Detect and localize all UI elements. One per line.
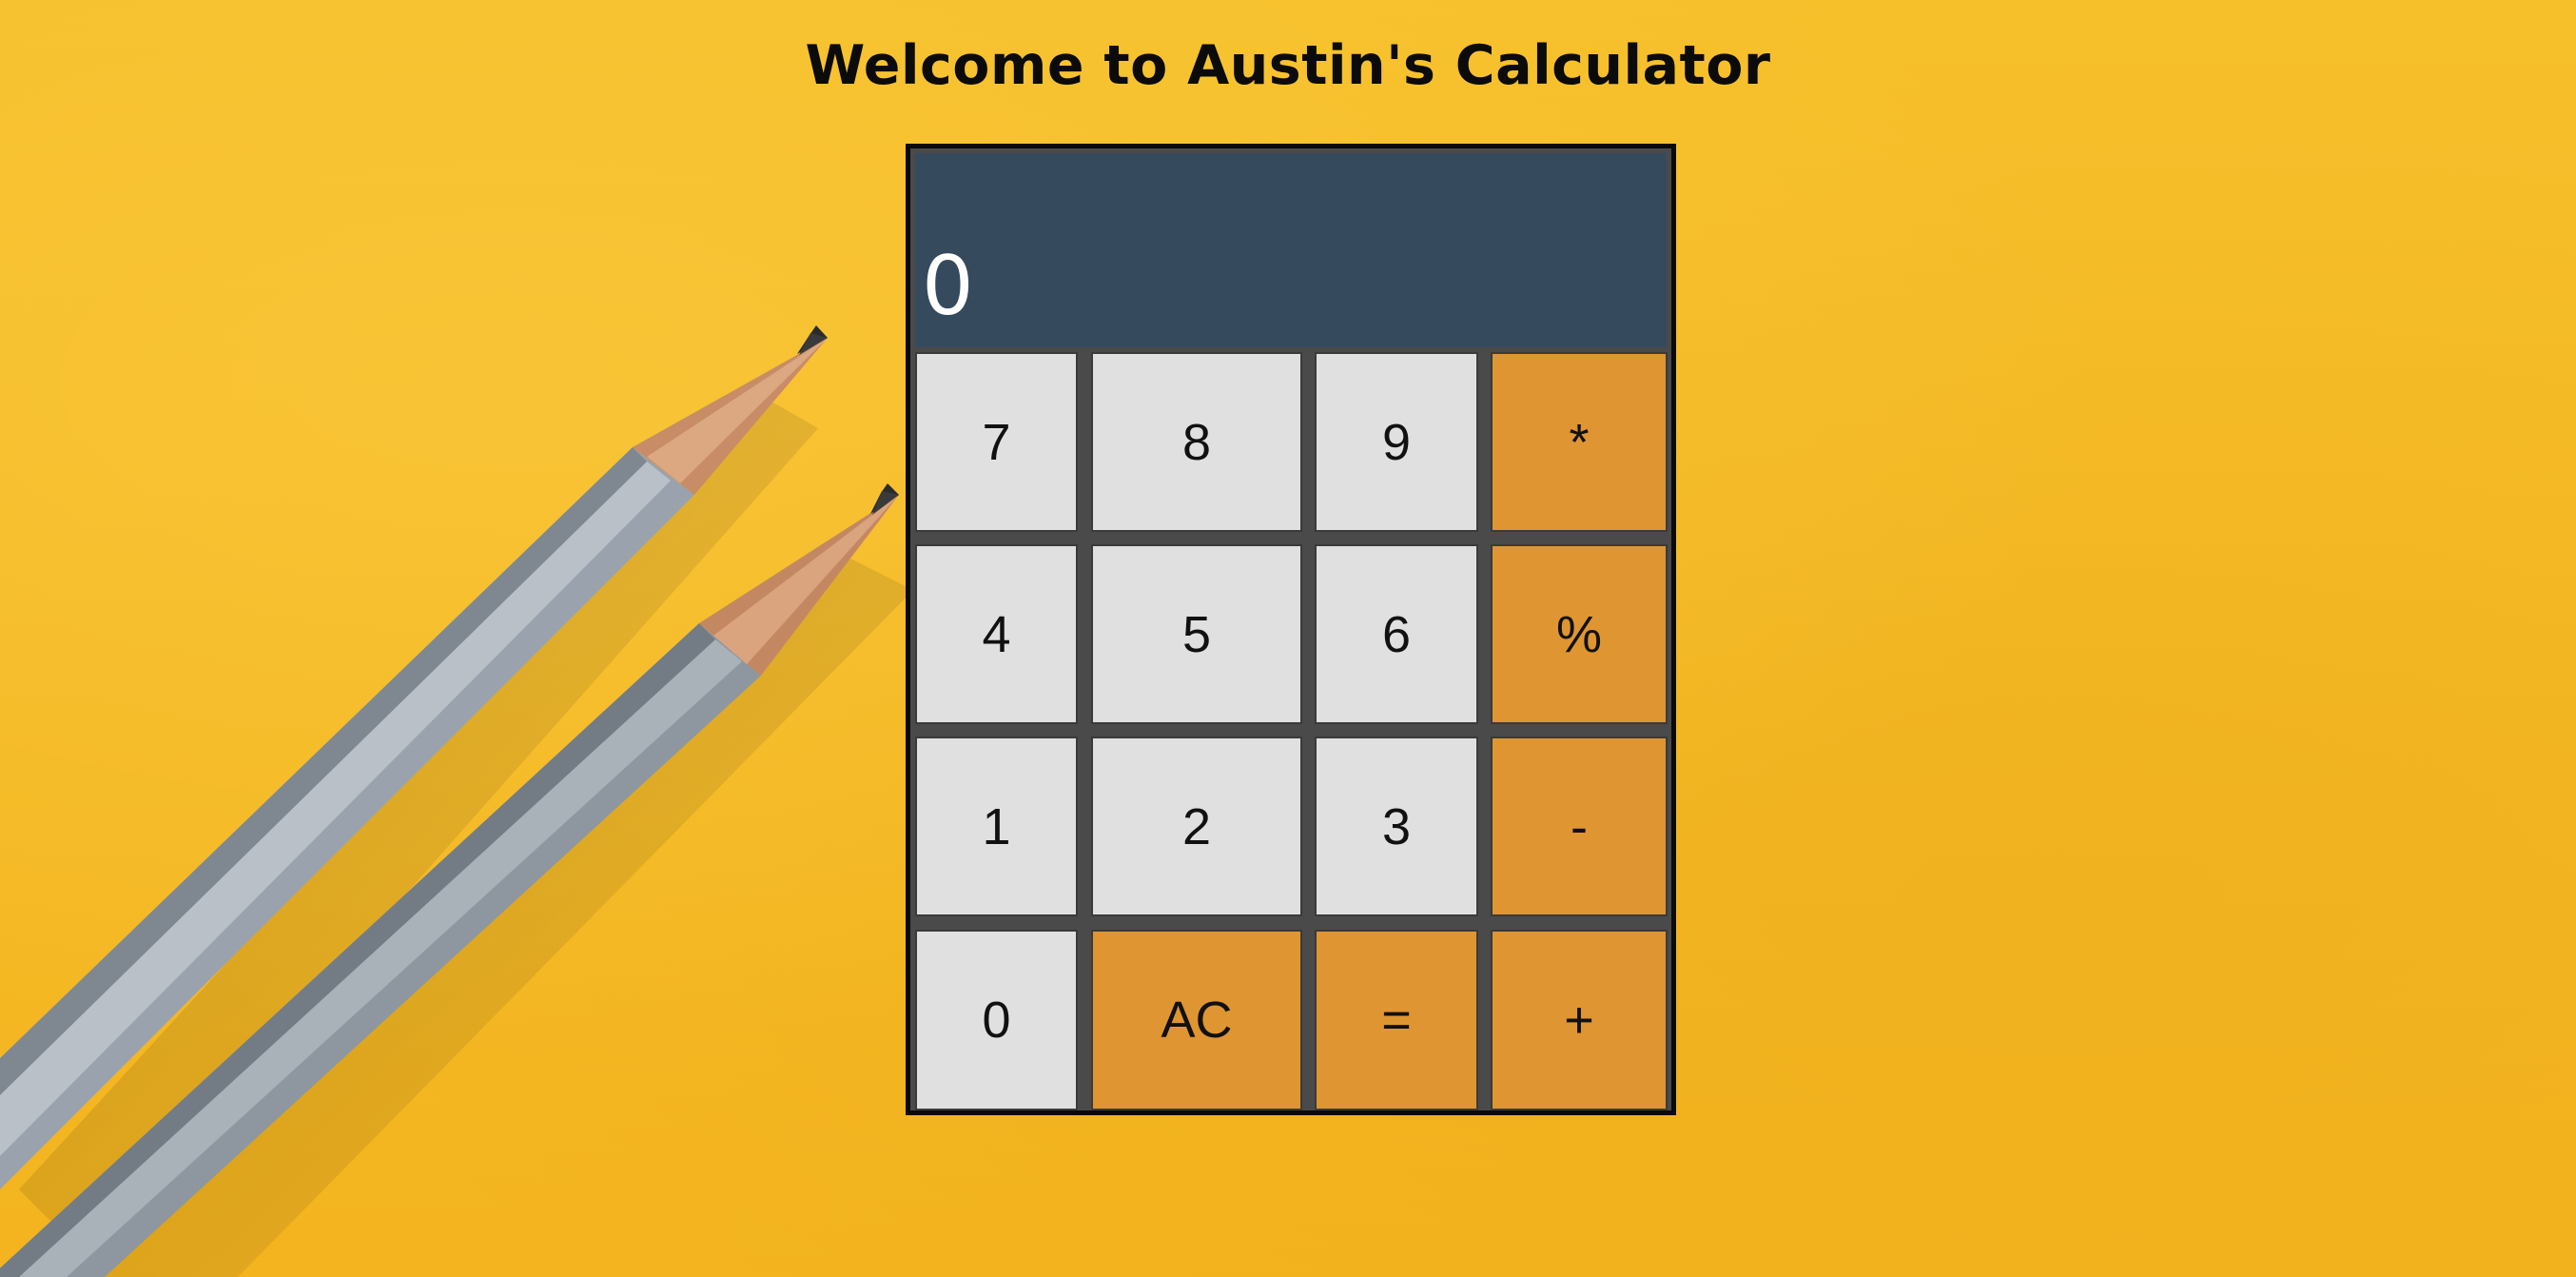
calculator-display: 0: [915, 153, 1667, 347]
all-clear-button[interactable]: AC: [1091, 930, 1302, 1110]
key-8-button[interactable]: 8: [1091, 352, 1302, 532]
display-value: 0: [922, 239, 974, 334]
key-3-button[interactable]: 3: [1315, 737, 1478, 916]
page-title: Welcome to Austin's Calculator: [805, 34, 1771, 97]
plus-button[interactable]: +: [1491, 930, 1668, 1110]
key-2-button[interactable]: 2: [1091, 737, 1302, 916]
percent-button[interactable]: %: [1491, 544, 1668, 724]
equals-button[interactable]: =: [1315, 930, 1478, 1110]
key-0-button[interactable]: 0: [915, 930, 1078, 1110]
multiply-button[interactable]: *: [1491, 352, 1668, 532]
key-5-button[interactable]: 5: [1091, 544, 1302, 724]
key-7-button[interactable]: 7: [915, 352, 1078, 532]
key-6-button[interactable]: 6: [1315, 544, 1478, 724]
key-4-button[interactable]: 4: [915, 544, 1078, 724]
minus-button[interactable]: -: [1491, 737, 1668, 916]
key-1-button[interactable]: 1: [915, 737, 1078, 916]
pencils-background-image: [0, 325, 913, 1277]
key-9-button[interactable]: 9: [1315, 352, 1478, 532]
calculator: 0 7 8 9 * 4 5 6 % 1 2 3 - 0 AC = +: [906, 144, 1676, 1115]
